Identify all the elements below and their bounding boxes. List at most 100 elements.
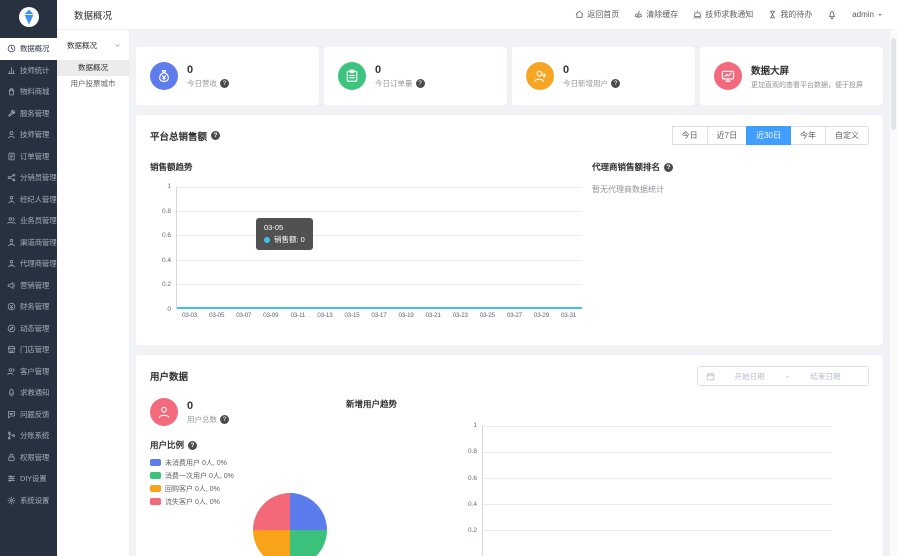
submenu-dropdown[interactable]: 数据概况 <box>57 30 129 60</box>
overview-clock-icon <box>7 44 16 53</box>
sidebar-item-label: 订单管理 <box>20 151 50 161</box>
sidebar-item[interactable]: 经纪人管理 <box>0 189 57 211</box>
revenue-label: 今日营收 <box>187 78 217 88</box>
legend-item[interactable]: 回购客户 0人, 0% <box>150 482 336 495</box>
x-tick: 03-03 <box>181 312 198 319</box>
sidebar-item[interactable]: 物料商城 <box>0 81 57 103</box>
distribution-share-icon <box>7 173 16 182</box>
y-tick: 0.8 <box>467 448 477 456</box>
range-tab[interactable]: 近7日 <box>706 126 748 145</box>
start-date-input[interactable]: 开始日期 <box>715 371 784 382</box>
sidebar-item-label: 动态管理 <box>20 323 50 333</box>
settings-gear-icon <box>7 496 16 505</box>
scrollbar[interactable] <box>890 30 897 556</box>
sidebar-item[interactable]: 求救通知 <box>0 382 57 404</box>
sidebar-item-label: 数据概况 <box>20 44 50 54</box>
users-section: 用户数据 开始日期 - 结束日期 0 用户总数 ? 用户比例 ? 未消费用户 0… <box>136 355 883 556</box>
sidebar-item[interactable]: 门店管理 <box>0 339 57 361</box>
app-logo[interactable] <box>0 0 57 33</box>
scrollbar-thumb[interactable] <box>891 38 896 130</box>
sidebar-item[interactable]: 服务管理 <box>0 103 57 125</box>
end-date-input[interactable]: 结束日期 <box>791 371 860 382</box>
sidebar-item[interactable]: 代理商管理 <box>0 253 57 275</box>
sidebar-item[interactable]: 分销员管理 <box>0 167 57 189</box>
user-menu[interactable]: admin <box>852 10 884 19</box>
x-tick: 03-19 <box>398 312 414 319</box>
x-tick: 03-17 <box>371 312 387 319</box>
sales-line-series <box>177 307 582 309</box>
sidebar-item[interactable]: 分账系统 <box>0 425 57 447</box>
y-tick: 0.6 <box>161 232 171 240</box>
x-tick: 03-21 <box>425 312 441 319</box>
plot-area <box>482 426 832 556</box>
sidebar-item[interactable]: 渠道商管理 <box>0 232 57 254</box>
channel-person-icon <box>7 238 16 247</box>
store-shop-icon <box>7 345 16 354</box>
user-icon <box>150 398 178 426</box>
range-tab[interactable]: 今日 <box>671 126 708 145</box>
legend-swatch-icon <box>150 498 161 505</box>
help-icon[interactable] <box>211 131 221 140</box>
stat-card-bigscreen[interactable]: 数据大屏 更加直观的查看平台数据，便于投屏 <box>700 47 883 105</box>
page-title: 数据概况 <box>74 10 113 22</box>
bell-icon[interactable] <box>827 10 837 20</box>
range-tab[interactable]: 今年 <box>790 126 826 145</box>
sidebar-item[interactable]: DIY设置 <box>0 468 57 490</box>
x-tick: 03-09 <box>263 312 279 319</box>
sidebar-item-label: 业务员管理 <box>20 216 57 226</box>
help-icon[interactable] <box>664 162 674 172</box>
sidebar-item[interactable]: 技师管理 <box>0 124 57 146</box>
topbar-link[interactable]: 清除缓存 <box>634 9 678 20</box>
x-axis-labels: 03-03 03-05 03-07 03-09 03-11 03-13 03-15 03-17… <box>176 312 582 319</box>
topbar-link[interactable]: 技师求救通知 <box>693 9 753 20</box>
sidebar-item[interactable]: 订单管理 <box>0 146 57 168</box>
sidebar-item-label: DIY设置 <box>20 474 47 484</box>
finance-coin-icon <box>7 302 16 311</box>
help-icon[interactable] <box>415 78 425 88</box>
activity-compass-icon <box>7 324 16 333</box>
y-tick: 0 <box>167 305 171 313</box>
submenu-item[interactable]: 数据概况 <box>57 60 129 76</box>
diy-sliders-icon <box>7 474 16 483</box>
topbar-link[interactable]: 返回首页 <box>575 9 619 20</box>
help-icon[interactable] <box>220 78 229 88</box>
sidebar-item[interactable]: 权限管理 <box>0 447 57 469</box>
sidebar-item[interactable]: 客户管理 <box>0 361 57 383</box>
topbar-link[interactable]: 我的待办 <box>768 9 812 20</box>
help-icon[interactable] <box>188 440 198 450</box>
calendar-icon <box>706 372 715 381</box>
tooltip-value: 销售额: 0 <box>274 235 305 244</box>
sidebar-item-label: 代理商管理 <box>20 259 57 269</box>
primary-sidebar: 数据概况 技师统计 物料商城 服务管理 技师管理 订单管理 分销员管理 经纪人管… <box>0 0 57 556</box>
sidebar-item[interactable]: 问题反馈 <box>0 404 57 426</box>
revenue-value: 0 <box>187 63 194 76</box>
sidebar-item[interactable]: 业务员管理 <box>0 210 57 232</box>
sidebar-item-label: 物料商城 <box>20 87 50 97</box>
total-users-value: 0 <box>187 399 194 412</box>
screen-icon <box>714 62 742 90</box>
submenu-item[interactable]: 用户投票城市 <box>57 76 129 92</box>
y-tick: 0.4 <box>161 256 171 264</box>
sidebar-item[interactable]: 技师统计 <box>0 60 57 82</box>
sidebar-item-label: 分账系统 <box>20 431 50 441</box>
legend-item[interactable]: 消费一次用户 0人, 0% <box>150 469 336 482</box>
sidebar-item[interactable]: 数据概况 <box>0 38 57 60</box>
range-tab[interactable]: 自定义 <box>825 126 869 145</box>
legend-label: 消费一次用户 0人, 0% <box>165 472 234 480</box>
date-range-picker[interactable]: 开始日期 - 结束日期 <box>697 366 869 386</box>
y-tick: 0.8 <box>161 207 171 215</box>
range-tab[interactable]: 近30日 <box>746 126 791 145</box>
help-icon[interactable] <box>220 414 229 424</box>
chevron-down-icon <box>114 42 121 49</box>
secondary-sidebar: 数据概况 数据概况 用户投票城市 <box>57 30 130 556</box>
salesman-people-icon <box>7 216 16 225</box>
sos-alarm-icon <box>693 10 702 19</box>
sidebar-item[interactable]: 动态管理 <box>0 318 57 340</box>
sidebar-item[interactable]: 营销管理 <box>0 275 57 297</box>
sidebar-item[interactable]: 财务管理 <box>0 296 57 318</box>
help-icon[interactable] <box>611 78 620 88</box>
legend-item[interactable]: 未消费用户 0人, 0% <box>150 456 336 469</box>
sidebar-item-label: 门店管理 <box>20 345 50 355</box>
new-users-label: 今日新增用户 <box>563 78 608 88</box>
sidebar-item[interactable]: 系统设置 <box>0 490 57 512</box>
